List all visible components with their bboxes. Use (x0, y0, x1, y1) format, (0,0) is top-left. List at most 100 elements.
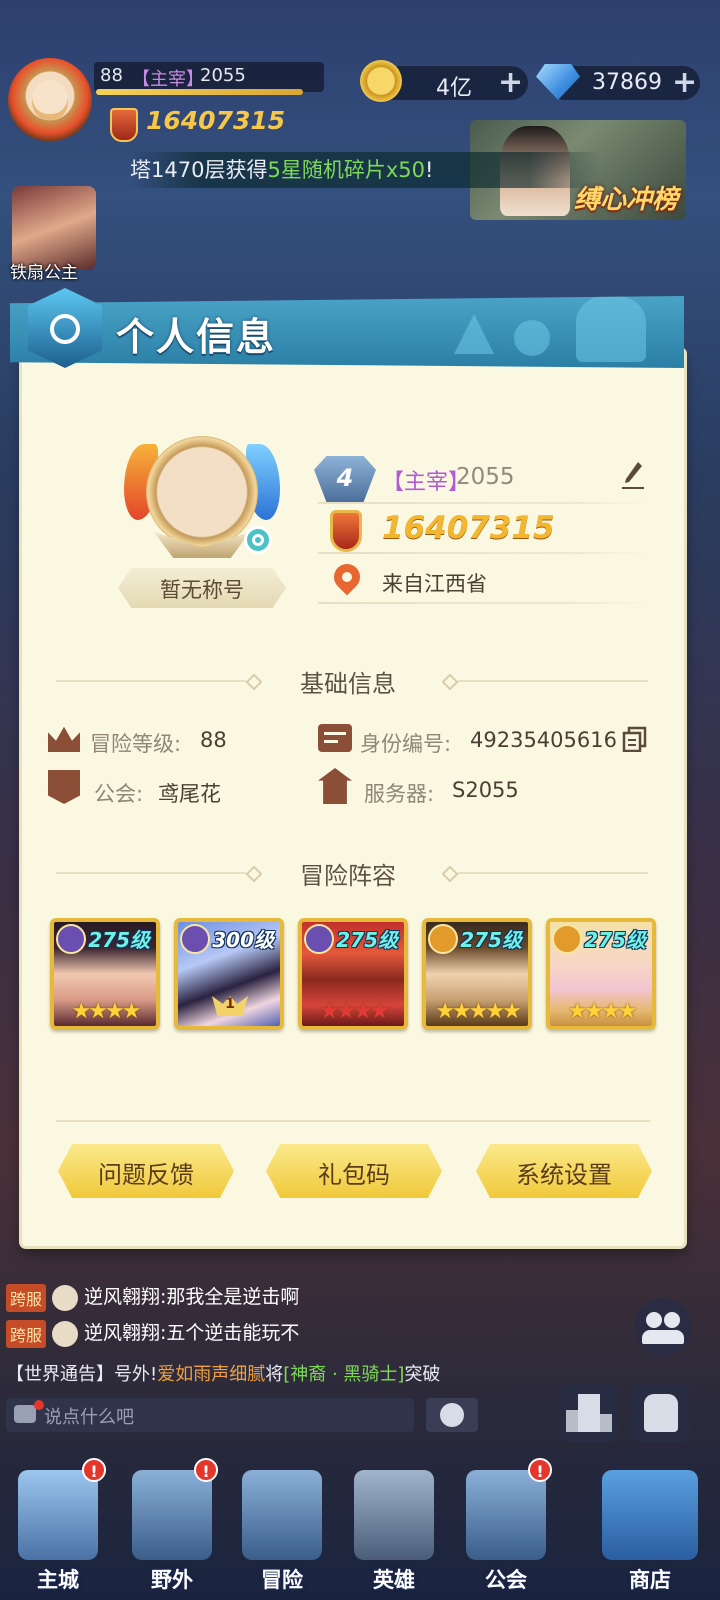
lineup-heading: 冒险阵容 (300, 862, 396, 890)
header-decoration-knight (576, 296, 646, 362)
ranking-podium-icon[interactable] (560, 1384, 618, 1442)
hero-class-badge-icon (552, 924, 582, 954)
player-title-plate[interactable]: 暂无称号 (118, 568, 286, 608)
hero-level: 275级 (460, 928, 522, 952)
hero-class-badge-icon (304, 924, 334, 954)
gift-code-button[interactable]: 礼包码 (266, 1144, 442, 1198)
guild-value: 鸢尾花 (158, 782, 221, 806)
avatar-settings-gear-icon[interactable] (244, 526, 272, 554)
hero-stars: ★★★★★ (435, 999, 522, 1024)
system-settings-button-label: 系统设置 (516, 1161, 612, 1189)
section-divider-left (56, 680, 246, 682)
nav-label: 公会 (485, 1568, 527, 1592)
id-card-icon (318, 724, 352, 752)
id-value: 49235405616 (470, 728, 617, 752)
hero-card-1[interactable]: 275级 ★★★★ (50, 918, 160, 1030)
panel-bottom-divider (56, 1120, 650, 1122)
divider (318, 602, 648, 604)
nav-guild[interactable]: 公会 (458, 1470, 554, 1596)
hero-stars: ★★★★ (567, 999, 638, 1024)
chat-user[interactable]: 逆风翱翔: (84, 1322, 166, 1344)
announcement-mid: 将 (265, 1364, 284, 1385)
guild-label: 公会: (94, 782, 144, 806)
diamond-amount: 37869 (592, 70, 662, 95)
gold-amount: 4亿 (436, 76, 472, 101)
header-decoration-creature (514, 320, 550, 356)
gift-code-button-label: 礼包码 (318, 1161, 390, 1189)
announcement-highlight: 5星随机碎片x50 (267, 158, 425, 182)
chat-input-placeholder: 说点什么吧 (44, 1407, 134, 1428)
chat-avatar (52, 1320, 79, 1347)
announcement-suffix: ! (424, 158, 434, 182)
announcement-suffix: 突破 (404, 1364, 441, 1385)
player-level: 88 (100, 65, 123, 86)
section-divider-right (458, 680, 648, 682)
chat-input[interactable]: 说点什么吧 (6, 1398, 414, 1432)
power-icon (110, 108, 138, 142)
backpack-icon[interactable] (632, 1384, 690, 1442)
hero-card-4[interactable]: 275级 ★★★★★ (422, 918, 532, 1030)
hero-level: 275级 (88, 928, 150, 952)
adventure-sword-icon (242, 1470, 322, 1560)
system-settings-button[interactable]: 系统设置 (476, 1144, 652, 1198)
world-announcement: 【世界通告】号外!爱如雨声细腻将[神裔 · 黑骑士]突破 (6, 1360, 440, 1390)
nav-adventure[interactable]: 冒险 (234, 1470, 330, 1596)
emoji-button[interactable] (426, 1398, 478, 1432)
nav-alert-badge: ! (194, 1458, 218, 1482)
nav-main-city[interactable]: 主城 (10, 1470, 106, 1596)
hero-level: 300级 (212, 928, 274, 952)
chat-alert-dot (34, 1400, 44, 1410)
nav-heroes[interactable]: 英雄 (346, 1470, 442, 1596)
hero-card-2[interactable]: 300级 1 (174, 918, 284, 1030)
announcement-item: [神裔 · 黑骑士] (283, 1364, 405, 1385)
player-rank: 【主宰】 (132, 69, 204, 90)
player-server: 2055 (200, 65, 246, 86)
gold-coin-icon (360, 60, 402, 102)
friends-icon[interactable] (634, 1298, 692, 1356)
player-title: 暂无称号 (160, 578, 244, 602)
nav-label: 英雄 (373, 1568, 415, 1592)
chat-bubble-icon (14, 1405, 36, 1423)
panel-header (10, 296, 684, 368)
server-label: 服务器: (364, 782, 435, 806)
nav-shop[interactable]: 商店 (598, 1470, 702, 1596)
header-decoration-hat (454, 314, 494, 354)
server-value: S2055 (452, 778, 519, 802)
level-shield-number: 4 (336, 464, 354, 492)
copy-icon[interactable] (622, 726, 648, 752)
edit-pencil-icon[interactable] (622, 460, 644, 490)
side-hero-name: 铁扇公主 (10, 263, 78, 283)
section-divider-right (458, 872, 648, 874)
divider (318, 552, 648, 554)
profile-avatar (146, 436, 258, 548)
profile-server: 2055 (456, 464, 515, 490)
level-progress-bar (96, 89, 303, 95)
hero-class-badge-icon (180, 924, 210, 954)
hero-card-5[interactable]: 275级 ★★★★ (546, 918, 656, 1030)
section-divider-left (56, 872, 246, 874)
hero-helmet-icon (354, 1470, 434, 1560)
nav-wild[interactable]: 野外 (124, 1470, 220, 1596)
hero-class-badge-icon (56, 924, 86, 954)
divider (318, 502, 648, 504)
hero-class-badge-icon (428, 924, 458, 954)
guild-banner-icon (466, 1470, 546, 1560)
chat-user[interactable]: 逆风翱翔: (84, 1286, 166, 1308)
feedback-button[interactable]: 问题反馈 (58, 1144, 234, 1198)
add-gold-button[interactable]: + (498, 68, 523, 98)
chat-message: 跨服 逆风翱翔:五个逆击能玩不 (6, 1318, 299, 1348)
nav-label: 野外 (151, 1568, 193, 1592)
player-avatar[interactable] (8, 58, 92, 142)
add-diamond-button[interactable]: + (672, 68, 697, 98)
hero-level: 275级 (584, 928, 646, 952)
adventure-level-label: 冒险等级: (90, 732, 182, 756)
nav-label: 冒险 (261, 1568, 303, 1592)
hero-card-3[interactable]: 275级 ★★★★ (298, 918, 408, 1030)
profile-power: 16407315 (382, 510, 555, 546)
profile-location: 来自江西省 (382, 572, 487, 596)
cross-server-tag: 跨服 (6, 1319, 47, 1348)
hero-stars: ★★★★ (71, 999, 142, 1024)
basic-info-heading: 基础信息 (300, 670, 396, 698)
chat-text: 那我全是逆击啊 (166, 1286, 300, 1308)
adventure-level-value: 88 (200, 728, 227, 752)
